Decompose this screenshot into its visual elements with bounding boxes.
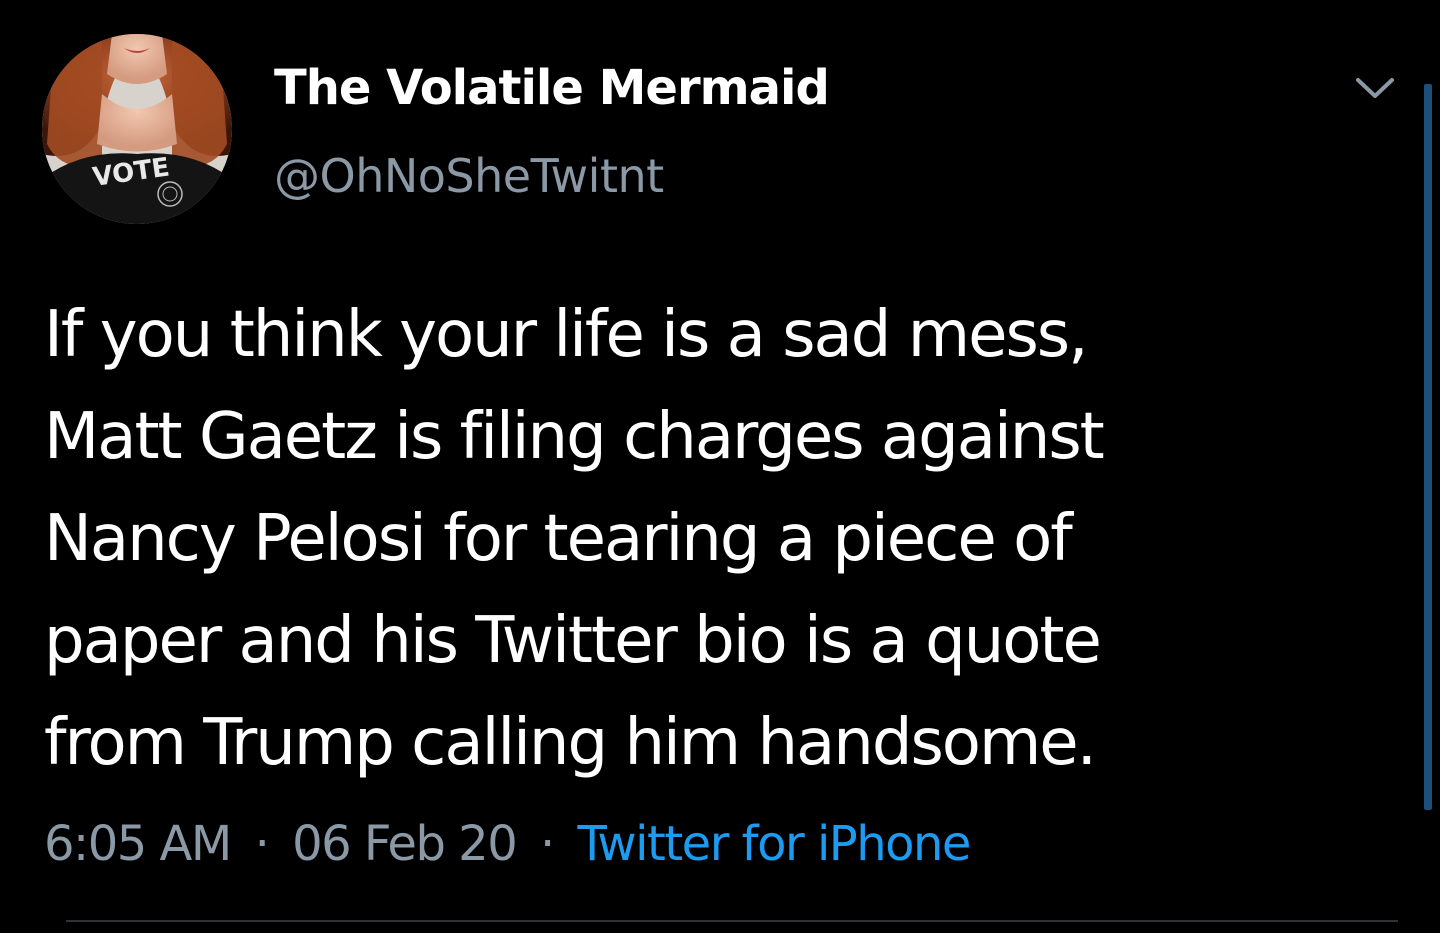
tweet: VOTE The Volatile Mermaid @OhNoSheTwitnt…: [0, 0, 1440, 933]
chevron-down-icon[interactable]: [1352, 70, 1398, 106]
tweet-source-link[interactable]: Twitter for iPhone: [578, 816, 972, 872]
divider: [66, 920, 1398, 922]
tweet-text-line: Matt Gaetz is filing charges against: [44, 400, 1105, 474]
tweet-date[interactable]: 06 Feb 20: [292, 816, 518, 872]
tweet-text-line: paper and his Twitter bio is a quote: [44, 604, 1102, 678]
tweet-text: If you think your life is a sad mess, Ma…: [44, 284, 1374, 794]
meta-separator: ·: [540, 816, 555, 872]
meta-separator: ·: [254, 816, 270, 872]
avatar-image: VOTE: [42, 34, 232, 224]
tweet-text-line: Nancy Pelosi for tearing a piece of: [44, 502, 1073, 576]
scrollbar[interactable]: [1424, 84, 1432, 810]
tweet-meta: 6:05 AM · 06 Feb 20 · Twitter for iPhone: [44, 812, 972, 876]
tweet-text-line: If you think your life is a sad mess,: [44, 298, 1088, 372]
avatar[interactable]: VOTE: [42, 34, 232, 224]
tweet-text-line: from Trump calling him handsome.: [44, 706, 1097, 780]
tweet-time[interactable]: 6:05 AM: [44, 816, 232, 872]
author-handle[interactable]: @OhNoSheTwitnt: [274, 146, 664, 206]
author-display-name[interactable]: The Volatile Mermaid: [274, 58, 830, 118]
